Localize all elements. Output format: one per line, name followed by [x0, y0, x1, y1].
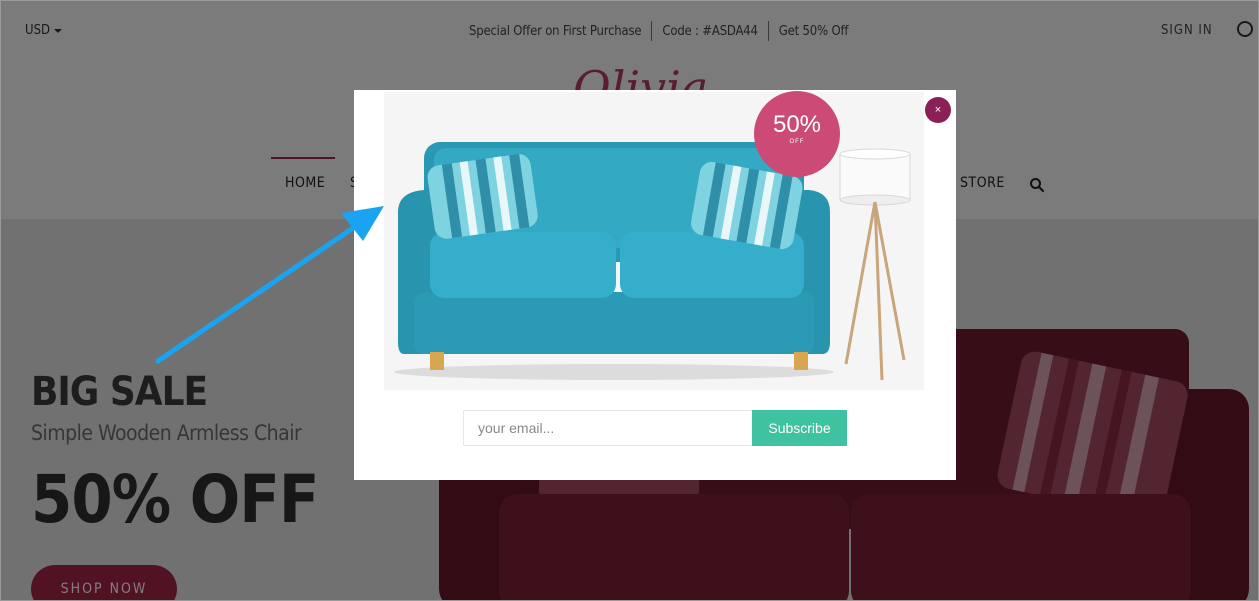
badge-label: OFF — [789, 139, 805, 145]
subscribe-button[interactable]: Subscribe — [752, 410, 847, 446]
promo-sofa-image — [384, 92, 924, 390]
close-button[interactable]: × — [925, 97, 951, 123]
badge-value: 50% — [772, 111, 822, 138]
email-input[interactable]: your email... — [463, 410, 752, 446]
close-icon: × — [934, 104, 942, 116]
discount-badge: 50% OFF — [754, 91, 840, 177]
